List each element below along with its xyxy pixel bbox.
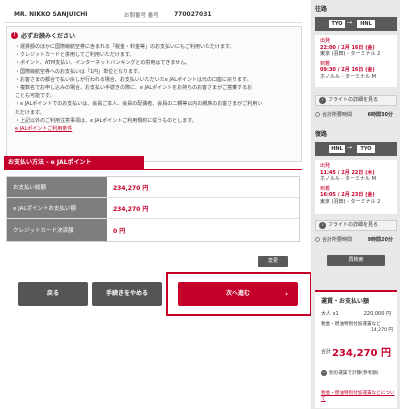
card-payment-label: クレジットカード決済額 (7, 219, 107, 241)
outbound-detail-label: フライトの詳細を見る (328, 97, 379, 103)
outbound-duration-label: 合計所要時間 (322, 112, 353, 118)
notice-item: ・上記以外のご利用注意事項は、e JALポイントご利用規約に従うものとします。 (15, 117, 197, 124)
notice-item: ・ポイント、ATM支払い、インターネットバンキングとの併用はできません。 (15, 60, 191, 67)
payment-table: お支払い総額 234,270 円 e JALポイントお支払い額 234,270 … (6, 176, 300, 242)
notice-item: ・お客さまの都合で払い戻しが行われる場合、お支払いいただいたe JALポイントは… (15, 76, 252, 83)
outbound-detail-link[interactable]: › フライトの詳細を見る (315, 95, 397, 106)
change-button[interactable]: 変更 (258, 256, 288, 267)
inbound-flight-card: 出発 11:45 / 2月 22日 (木) ホノルル - ターミナル M 到着 … (315, 160, 397, 214)
cancel-button[interactable]: 手続きをやめる (92, 282, 162, 306)
next-button[interactable]: 次へ進む › (178, 282, 298, 306)
inbound-heading: 復路 (315, 131, 328, 138)
chevron-right-icon: › (285, 290, 288, 298)
outbound-dep-place: 東京 (羽田) - ターミナル 2 (320, 51, 381, 57)
payment-section-title: お支払い方法 - e JALポイント (4, 156, 144, 169)
clock-icon (315, 112, 320, 117)
inbound-to: TYO (357, 145, 375, 153)
back-button[interactable]: 戻る (18, 282, 88, 306)
adult-label: 大人 x1 (321, 311, 339, 317)
warning-icon: ! (11, 32, 18, 39)
tax-info-link[interactable]: 税金・燃油特別付加運賃などについて (321, 390, 397, 402)
points-payment-label: e JALポイントお支払い額 (7, 198, 107, 218)
inbound-route-bar: HNL → TYO (315, 142, 397, 156)
points-payment-value: 234,270 円 (107, 198, 299, 218)
fare-summary: 運賃・お支払い額 大人 x1 220,000 円 税金・燃油特別付加運賃など 1… (315, 290, 397, 408)
inbound-dep-place: ホノルル - ターミナル M (320, 176, 376, 182)
inbound-duration-label: 合計所要時間 (322, 237, 353, 243)
notice-title-text: 必ずお読みください (21, 33, 76, 40)
clock-icon (315, 237, 320, 242)
inbound-detail-link[interactable]: › フライトの詳細を見る (315, 220, 397, 231)
inbound-from: HNL (329, 145, 345, 153)
notice-list: ・運賃額のほかに国際線航空券に含まれる「税金・料金等」のお支払いにもご利用いただ… (15, 43, 297, 133)
search-again-button[interactable]: 再検索 (327, 255, 385, 266)
alt-fare-label: 別の運賃で計算(参考額) (329, 371, 379, 376)
arrow-right-icon: → (347, 19, 353, 26)
chevron-right-icon: › (319, 97, 326, 104)
notice-item: ことも可能です。 (15, 93, 55, 100)
outbound-to: HNL (357, 20, 375, 28)
inbound-detail-label: フライトの詳細を見る (328, 222, 379, 228)
notice-item: ・国際線航空券へのお支払いは「1円」単位となります。 (15, 68, 143, 75)
notice-box: ! 必ずお読みください ・運賃額のほかに国際線航空券に含まれる「税金・料金等」の… (6, 26, 302, 162)
outbound-duration-value: 6時間30分 (367, 112, 393, 118)
action-buttons: 戻る 手続きをやめる 次へ進む › (12, 272, 312, 316)
arrow-right-icon: → (347, 144, 353, 151)
customer-name: MR. NIKKO SANJUICHI (14, 11, 88, 18)
tax-label: 税金・燃油特別付加運賃など (321, 322, 381, 327)
inbound-duration-value: 9時間20分 (367, 237, 393, 243)
card-payment-value: 0 円 (107, 219, 299, 241)
notice-item: ただけます。 (15, 109, 45, 116)
outbound-duration: 合計所要時間 6時間30分 (315, 111, 397, 118)
next-button-label: 次へ進む (225, 290, 250, 297)
table-row: クレジットカード決済額 0 円 (7, 219, 299, 241)
notice-item: ・e JALポイントでのお支払いは、会員ご本人、会員の配偶者、会員の二親等以内の… (15, 101, 263, 108)
chevron-right-icon: › (319, 222, 326, 229)
tax-value: 14,270 円 (370, 328, 393, 333)
notice-title: ! 必ずお読みください (11, 31, 75, 40)
inbound-arr-place: 東京 (羽田) - ターミナル 2 (320, 198, 381, 205)
ejal-terms-link[interactable]: e JALポイントご利用条件 (15, 126, 72, 132)
fare-heading: 運賃・お支払い額 (321, 298, 370, 305)
outbound-from: TYO (329, 20, 345, 28)
minus-icon: − (321, 370, 327, 376)
total-fare: 234,270 円 (331, 348, 391, 359)
booking-number: 770027031 (174, 11, 212, 18)
outbound-heading: 往路 (315, 6, 328, 13)
section-divider (4, 169, 302, 170)
notice-item: ・運賃額のほかに国際線航空券に含まれる「税金・料金等」のお支払いにもご利用いただ… (15, 44, 235, 50)
itinerary-sidebar: 往路 TYO → HNL 出発 22:00 / 2月 16日 (金) 東京 (羽… (311, 0, 400, 409)
alt-fare-link[interactable]: − 別の運賃で計算(参考額) (321, 370, 379, 376)
customer-bar: MR. NIKKO SANJUICHI お問番号 番号 770027031 (4, 9, 302, 23)
total-payment-value: 234,270 円 (107, 177, 299, 197)
table-row: お支払い総額 234,270 円 (7, 177, 299, 198)
main-panel: MR. NIKKO SANJUICHI お問番号 番号 770027031 ! … (0, 0, 312, 409)
booking-label: お問番号 番号 (124, 13, 159, 19)
notice-item: ・複数名でお申し込みの場合、お支払い手続きの際に、e JALポイントをお持ちのお… (15, 85, 253, 92)
outbound-route-bar: TYO → HNL (315, 17, 397, 31)
total-payment-label: お支払い総額 (7, 177, 107, 197)
total-label: 合計 (321, 349, 332, 355)
outbound-flight-card: 出発 22:00 / 2月 16日 (金) 東京 (羽田) - ターミナル 2 … (315, 35, 397, 87)
next-button-highlight: 次へ進む › (166, 272, 312, 316)
tax-row: 税金・燃油特別付加運賃など 14,270 円 (321, 322, 393, 334)
outbound-arr-place: ホノルル - ターミナル M (320, 73, 376, 80)
inbound-duration: 合計所要時間 9時間20分 (315, 236, 397, 243)
notice-item: ・クレジットカードと併用してご利用いただけます。 (15, 52, 135, 59)
adult-fare: 220,000 円 (363, 311, 391, 317)
table-row: e JALポイントお支払い額 234,270 円 (7, 198, 299, 219)
